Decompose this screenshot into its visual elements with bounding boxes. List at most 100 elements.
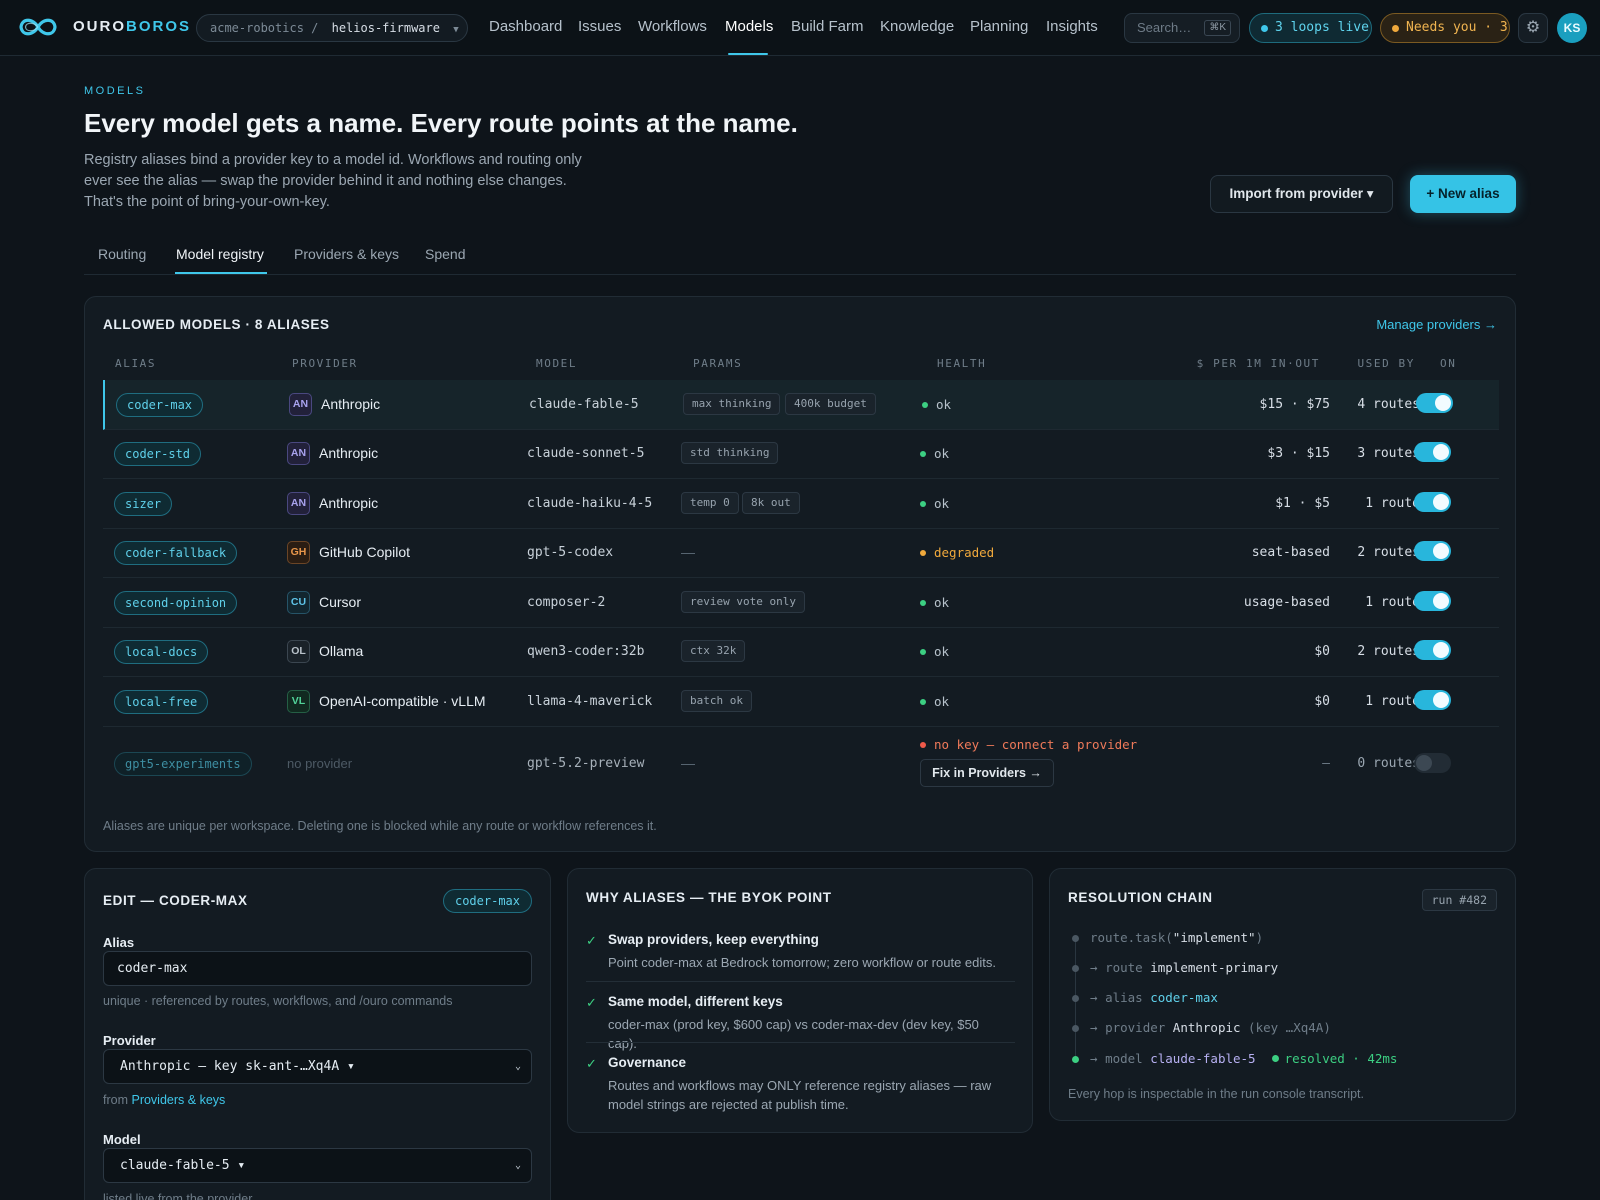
- tab-providers-keys[interactable]: Providers & keys: [294, 246, 399, 262]
- brand-wordmark[interactable]: OUROBOROS: [73, 18, 191, 35]
- provider-name: OpenAI-compatible · vLLM: [319, 693, 486, 709]
- edit-title: EDIT — CODER-MAX: [103, 893, 248, 908]
- used-by-cell[interactable]: 2 routes: [1357, 644, 1420, 659]
- param-chip: temp 0: [681, 492, 739, 514]
- col-price[interactable]: $ PER 1M IN·OUT: [1197, 357, 1320, 370]
- used-by-cell[interactable]: 4 routes: [1357, 397, 1420, 412]
- enabled-toggle[interactable]: [1414, 492, 1451, 512]
- nav-workflows[interactable]: Workflows: [638, 18, 707, 35]
- alias-pill[interactable]: coder-std: [114, 442, 202, 466]
- table-row[interactable]: sizer AN Anthropic claude-haiku-4-5 temp…: [103, 479, 1499, 529]
- table-row[interactable]: local-docs OL Ollama qwen3-coder:32b ctx…: [103, 628, 1499, 677]
- used-by-cell[interactable]: 1 route: [1365, 694, 1420, 709]
- table-row[interactable]: coder-std AN Anthropic claude-sonnet-5 s…: [103, 430, 1499, 479]
- registry-footnote: Aliases are unique per workspace. Deleti…: [103, 819, 657, 833]
- loops-live-badge[interactable]: 3 loops live: [1249, 13, 1372, 43]
- health-status: ok: [922, 397, 951, 412]
- why-item: ✓ Governance Routes and workflows may ON…: [586, 1055, 1015, 1115]
- tab-spend[interactable]: Spend: [425, 246, 465, 262]
- chevron-down-icon: ⌄: [514, 1061, 521, 1072]
- provider-name: Anthropic: [321, 396, 381, 412]
- col-provider[interactable]: PROVIDER: [292, 357, 358, 370]
- avatar[interactable]: KS: [1557, 13, 1587, 43]
- col-used-by[interactable]: USED BY: [1357, 357, 1415, 370]
- enabled-toggle[interactable]: [1416, 393, 1453, 413]
- used-by-cell[interactable]: 1 route: [1365, 496, 1420, 511]
- model-select-value: claude-fable-5 ▾: [120, 1158, 246, 1173]
- alias-pill[interactable]: second-opinion: [114, 591, 238, 615]
- provider-badge: AN: [287, 492, 310, 515]
- search-input[interactable]: Search… ⌘K: [1124, 13, 1240, 43]
- settings-button[interactable]: ⚙: [1518, 13, 1548, 43]
- alias-pill[interactable]: local-docs: [114, 640, 209, 664]
- ouroboros-logo-icon[interactable]: [16, 12, 60, 42]
- model-select[interactable]: claude-fable-5 ▾ ⌄: [103, 1148, 532, 1183]
- repo-switcher[interactable]: acme-robotics / helios-firmware ▼: [196, 14, 468, 42]
- providers-keys-link[interactable]: Providers & keys: [131, 1093, 225, 1107]
- enabled-toggle[interactable]: [1414, 753, 1451, 773]
- used-by-cell[interactable]: 3 routes: [1357, 446, 1420, 461]
- table-row[interactable]: coder-fallback GH GitHub Copilot gpt-5-c…: [103, 529, 1499, 578]
- nav-active-indicator: [728, 53, 768, 55]
- why-item-desc: Routes and workflows may ONLY reference …: [608, 1078, 992, 1112]
- col-model[interactable]: MODEL: [536, 357, 577, 370]
- alias-pill[interactable]: coder-fallback: [114, 541, 238, 565]
- provider-badge: AN: [287, 442, 310, 465]
- nav-models[interactable]: Models: [725, 18, 773, 35]
- run-badge[interactable]: run #482: [1421, 889, 1497, 911]
- table-row[interactable]: gpt5-experiments no provider gpt-5.2-pre…: [103, 727, 1499, 803]
- alias-pill[interactable]: gpt5-experiments: [114, 752, 252, 776]
- hop-dot: [1072, 965, 1079, 972]
- tab-routing[interactable]: Routing: [98, 246, 146, 262]
- params-empty: —: [681, 755, 695, 771]
- used-by-cell[interactable]: 1 route: [1365, 595, 1420, 610]
- manage-providers-link[interactable]: Manage providers →: [1376, 317, 1497, 332]
- nav-knowledge[interactable]: Knowledge: [880, 18, 954, 35]
- alias-pill[interactable]: sizer: [114, 492, 173, 516]
- nav-planning[interactable]: Planning: [970, 18, 1028, 35]
- needs-you-badge[interactable]: Needs you · 3: [1380, 13, 1510, 43]
- table-row[interactable]: coder-max AN Anthropic claude-fable-5 ma…: [103, 380, 1499, 430]
- nav-build-farm[interactable]: Build Farm: [791, 18, 864, 35]
- why-item: ✓ Same model, different keys coder-max (…: [586, 994, 1015, 1051]
- why-item-title: Swap providers, keep everything: [608, 932, 819, 947]
- provider-select[interactable]: Anthropic — key sk-ant-…Xq4A ▾ ⌄: [103, 1049, 532, 1084]
- model-id: gpt-5.2-preview: [527, 756, 645, 771]
- nav-issues[interactable]: Issues: [578, 18, 621, 35]
- hop-dot: [1072, 935, 1079, 942]
- divider: [586, 981, 1015, 982]
- check-icon: ✓: [586, 995, 597, 1010]
- model-hint: listed live from the provider: [103, 1192, 253, 1200]
- used-by-cell[interactable]: 0 routes: [1357, 756, 1420, 771]
- alias-pill[interactable]: local-free: [114, 690, 209, 714]
- model-id: claude-fable-5: [529, 397, 639, 412]
- chain-hop: → model claude-fable-5 resolved · 42ms: [1090, 1051, 1398, 1066]
- new-alias-button[interactable]: + New alias: [1410, 175, 1516, 213]
- col-alias[interactable]: ALIAS: [115, 357, 156, 370]
- table-row[interactable]: second-opinion CU Cursor composer-2 revi…: [103, 578, 1499, 628]
- fix-in-providers-button[interactable]: Fix in Providers →: [920, 759, 1054, 787]
- tab-model-registry[interactable]: Model registry: [176, 246, 264, 262]
- why-item-desc: Point coder-max at Bedrock tomorrow; zer…: [608, 955, 996, 970]
- alias-label: Alias: [103, 935, 135, 950]
- col-health[interactable]: HEALTH: [937, 357, 986, 370]
- nav-dashboard[interactable]: Dashboard: [489, 18, 562, 35]
- used-by-cell[interactable]: 2 routes: [1357, 545, 1420, 560]
- table-row[interactable]: local-free VL OpenAI-compatible · vLLM l…: [103, 677, 1499, 727]
- params-empty: —: [681, 544, 695, 560]
- alias-input[interactable]: coder-max: [103, 951, 532, 986]
- nav-insights[interactable]: Insights: [1046, 18, 1098, 35]
- health-status: ok: [920, 496, 949, 511]
- enabled-toggle[interactable]: [1414, 541, 1451, 561]
- alias-pill[interactable]: coder-max: [116, 393, 204, 417]
- provider-name: GitHub Copilot: [319, 544, 411, 560]
- price-cell: $0: [1314, 644, 1330, 659]
- price-cell: $0: [1314, 694, 1330, 709]
- param-chip: max thinking: [683, 393, 781, 415]
- enabled-toggle[interactable]: [1414, 442, 1451, 462]
- col-params[interactable]: PARAMS: [693, 357, 742, 370]
- import-from-provider-button[interactable]: Import from provider ▾: [1210, 175, 1393, 213]
- enabled-toggle[interactable]: [1414, 640, 1451, 660]
- enabled-toggle[interactable]: [1414, 591, 1451, 611]
- enabled-toggle[interactable]: [1414, 690, 1451, 710]
